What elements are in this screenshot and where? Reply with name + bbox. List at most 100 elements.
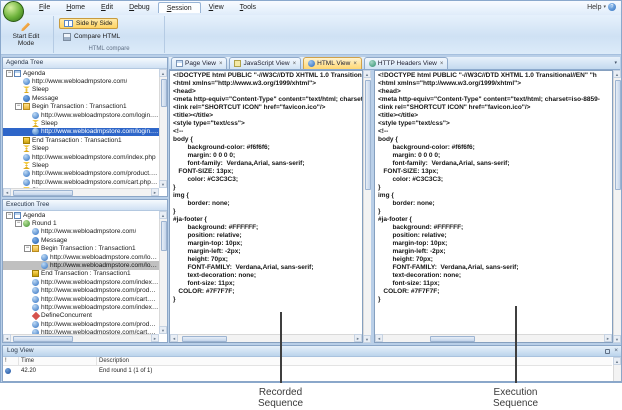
scroll-up-icon[interactable]: ▲ (613, 70, 621, 78)
tree-item[interactable]: − Agenda (3, 211, 159, 219)
time-column-header[interactable]: Time (19, 357, 97, 365)
code-line: } (173, 208, 362, 216)
side-by-side-button[interactable]: Side by Side (59, 18, 118, 29)
scroll-right-icon[interactable]: ► (354, 334, 362, 342)
tree-item[interactable]: − Round 1 (3, 219, 159, 227)
collapse-icon[interactable]: − (15, 220, 22, 227)
tree-item[interactable]: − http://www.webloadmpstore.com/product.… (3, 320, 159, 328)
recorded-pane-horizontal-scrollbar[interactable]: ◄ ► (170, 334, 362, 342)
menu-tab[interactable]: Tools (232, 2, 264, 13)
scroll-down-icon[interactable]: ▼ (613, 335, 621, 343)
scroll-up-icon[interactable]: ▲ (159, 69, 167, 77)
tree-item[interactable]: − http://www.webloadmpstore.com/login.p.… (3, 253, 159, 261)
tree-item[interactable]: − Sleep (3, 161, 159, 169)
tree-item[interactable]: − End Transaction : Transaction1 (3, 136, 159, 144)
scroll-up-icon[interactable]: ▲ (363, 70, 371, 78)
code-line: margin-left: -2px; (173, 248, 362, 256)
collapse-icon[interactable]: − (15, 103, 22, 110)
scroll-left-icon[interactable]: ◄ (3, 188, 11, 196)
scroll-left-icon[interactable]: ◄ (170, 334, 178, 342)
tree-item[interactable]: − DefineConcurrent (3, 312, 159, 320)
tree-item[interactable]: − http://www.webloadmpstore.com/login.ph… (3, 128, 159, 136)
menu-tab[interactable]: Session (158, 2, 201, 13)
close-icon[interactable]: × (440, 61, 444, 67)
collapse-icon[interactable]: − (6, 70, 13, 77)
tree-item[interactable]: − http://www.webloadmpstore.com/login.p.… (3, 261, 159, 269)
tree-item[interactable]: − Begin Transaction : Transaction1 (3, 245, 159, 253)
log-row[interactable]: 42.20 End round 1 (1 of 1) (3, 366, 612, 375)
document-tab[interactable]: HTML View × (303, 57, 362, 69)
tree-item[interactable]: − http://www.webloadmpstore.com/index.ph… (3, 153, 159, 161)
tab-overflow-icon[interactable]: ▾ (614, 60, 617, 66)
tree-item[interactable]: − Sleep (3, 145, 159, 153)
scrollbar-thumb[interactable] (161, 79, 167, 107)
scroll-right-icon[interactable]: ► (151, 334, 159, 342)
execution-tree-vertical-scrollbar[interactable]: ▲ ▼ (159, 211, 167, 334)
start-edit-mode-button[interactable]: Start Edit Mode (4, 17, 48, 51)
scrollbar-thumb[interactable] (13, 190, 73, 196)
url-icon (41, 254, 48, 261)
scroll-left-icon[interactable]: ◄ (3, 334, 11, 342)
scroll-down-icon[interactable]: ▼ (159, 180, 167, 188)
scrollbar-thumb[interactable] (161, 221, 167, 251)
compare-html-button[interactable]: Compare HTML (59, 31, 124, 42)
tree-item[interactable]: − Sleep (3, 119, 159, 127)
scrollbar-thumb[interactable] (365, 80, 371, 190)
tree-item[interactable]: − Sleep (3, 86, 159, 94)
execution-tree-horizontal-scrollbar[interactable]: ◄ ► (3, 334, 159, 342)
tree-item[interactable]: − Message (3, 94, 159, 102)
scroll-up-icon[interactable]: ▲ (159, 211, 167, 219)
close-icon[interactable]: × (353, 61, 357, 67)
execution-html-pane: <!DOCTYPE html PUBLIC "-//W3C//DTD XHTML… (374, 70, 613, 343)
menu-tab[interactable]: File (31, 2, 58, 13)
scrollbar-thumb[interactable] (615, 80, 621, 190)
scroll-down-icon[interactable]: ▼ (159, 326, 167, 334)
tree-item[interactable]: − http://www.webloadmpstore.com/product.… (3, 170, 159, 178)
close-icon[interactable]: × (219, 61, 223, 67)
tree-item[interactable]: − http://www.webloadmpstore.com/ (3, 228, 159, 236)
menu-tab[interactable]: View (201, 2, 232, 13)
description-column-header[interactable]: Description (97, 357, 612, 365)
recorded-pane-vertical-scrollbar[interactable]: ▲ ▼ (363, 70, 371, 343)
scrollbar-thumb[interactable] (182, 336, 227, 342)
log-view-vertical-scrollbar[interactable]: ▲ (613, 357, 621, 381)
menu-tab[interactable]: Edit (93, 2, 121, 13)
scrollbar-thumb[interactable] (430, 336, 475, 342)
pin-icon[interactable] (605, 349, 610, 354)
execution-pane-vertical-scrollbar[interactable]: ▲ ▼ (613, 70, 621, 343)
sleep-icon (32, 120, 39, 127)
scroll-right-icon[interactable]: ► (151, 188, 159, 196)
scroll-left-icon[interactable]: ◄ (375, 334, 383, 342)
tree-item[interactable]: − End Transaction : Transaction1 (3, 270, 159, 278)
tree-item[interactable]: − http://www.webloadmpstore.com/cart.php (3, 295, 159, 303)
tree-item[interactable]: − Message (3, 236, 159, 244)
help-menu[interactable]: Help ▾ ? (587, 3, 616, 11)
agenda-tree-vertical-scrollbar[interactable]: ▲ ▼ (159, 69, 167, 188)
document-tab[interactable]: Page View × (171, 57, 227, 69)
tree-item[interactable]: − http://www.webloadmpstore.com/product.… (3, 287, 159, 295)
tree-item[interactable]: − Agenda (3, 69, 159, 77)
application-orb-icon[interactable] (3, 1, 24, 22)
agenda-tree-horizontal-scrollbar[interactable]: ◄ ► (3, 188, 159, 196)
tree-item[interactable]: − http://www.webloadmpstore.com/cart.php… (3, 178, 159, 186)
collapse-icon[interactable]: − (24, 245, 31, 252)
tree-item[interactable]: − http://www.webloadmpstore.com/login.ph… (3, 111, 159, 119)
execution-pane-horizontal-scrollbar[interactable]: ◄ ► (375, 334, 612, 342)
close-icon[interactable]: × (614, 348, 618, 354)
close-icon[interactable]: × (293, 61, 297, 67)
scroll-right-icon[interactable]: ► (604, 334, 612, 342)
scroll-up-icon[interactable]: ▲ (613, 357, 621, 365)
menu-tab[interactable]: Home (58, 2, 93, 13)
menu-tab[interactable]: Debug (121, 2, 158, 13)
document-tab[interactable]: HTTP Headers View × (364, 57, 449, 69)
collapse-icon[interactable]: − (6, 212, 13, 219)
document-tab[interactable]: JavaScript View × (229, 57, 301, 69)
scrollbar-thumb[interactable] (13, 336, 73, 342)
tree-item[interactable]: − http://www.webloadmpstore.com/index.ph… (3, 303, 159, 311)
tree-item[interactable]: − http://www.webloadmpstore.com/ (3, 77, 159, 85)
tree-item[interactable]: − Begin Transaction : Transaction1 (3, 103, 159, 111)
code-line: <html xmlns="http://www.w3.org/1999/xhtm… (173, 80, 362, 88)
tree-item[interactable]: − http://www.webloadmpstore.com/index.ph… (3, 278, 159, 286)
severity-column-header[interactable]: ! (3, 357, 19, 365)
scroll-down-icon[interactable]: ▼ (363, 335, 371, 343)
